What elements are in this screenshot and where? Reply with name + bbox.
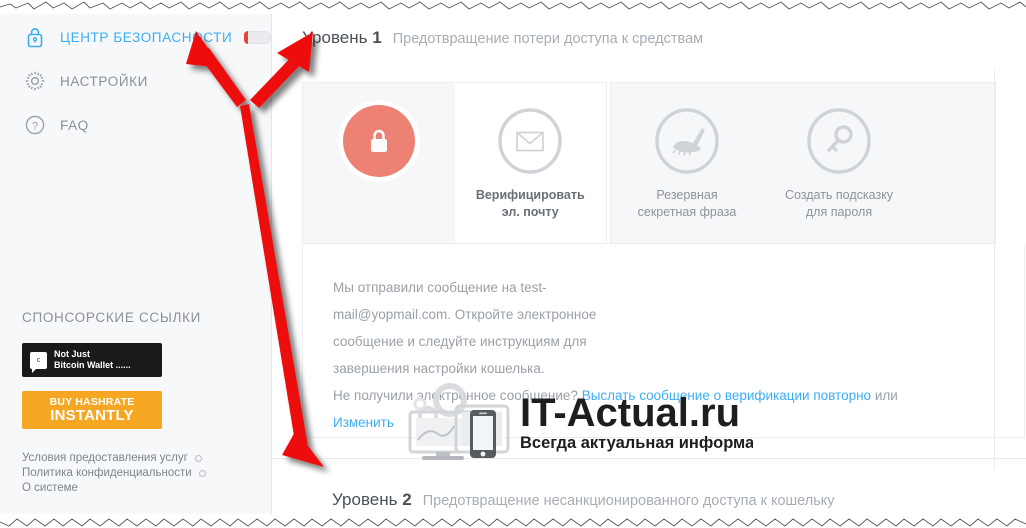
security-steps-tabs: Верифицировать эл. почту Резервная секре…	[302, 82, 1025, 244]
tab-backup-phrase[interactable]: Резервная секретная фраза	[611, 83, 763, 243]
level-prefix: Уровень	[302, 28, 368, 47]
change-email-link[interactable]: Изменить	[333, 409, 394, 436]
gear-icon	[22, 68, 48, 94]
tab-label-line-2: секретная фраза	[637, 205, 737, 219]
sidebar-item-label: НАСТРОЙКИ	[60, 73, 148, 89]
message-line-3: сообщение и следуйте инструкциям для	[333, 334, 587, 349]
footer-link-terms[interactable]: Условия предоставления услуг	[22, 451, 250, 466]
sidebar-item-security-center[interactable]: ЦЕНТР БЕЗОПАСНОСТИ	[0, 20, 271, 54]
lock-icon	[22, 24, 48, 50]
level-2-description: Предотвращение несанкционированного дост…	[422, 493, 835, 509]
tab-password-hint[interactable]: Создать подсказку для пароля	[763, 83, 915, 243]
message-line-4: завершения настройки кошелька.	[333, 361, 545, 376]
message-line-5: Не получили электронное сообщение? Высла…	[333, 382, 973, 409]
tab-label: Верифицировать эл. почту	[476, 187, 585, 221]
footer-link-label: Условия предоставления услуг	[22, 452, 188, 464]
ad-banner-bitcoin-wallet[interactable]: c Not Just Bitcoin Wallet ......	[22, 343, 162, 377]
level-1-title: Уровень 1	[302, 28, 382, 48]
sidebar: ЦЕНТР БЕЗОПАСНОСТИ НАСТРОЙКИ ? FAQ СПОНС…	[0, 10, 272, 518]
app-root: ЦЕНТР БЕЗОПАСНОСТИ НАСТРОЙКИ ? FAQ СПОНС…	[0, 0, 1026, 528]
message-prefix: Не получили электронное сообщение?	[333, 388, 582, 403]
sidebar-footer-links: Условия предоставления услуг Политика ко…	[22, 451, 250, 496]
message-line-1: Мы отправили сообщение на test-	[333, 280, 547, 295]
speech-bubble-icon: c	[30, 351, 47, 373]
tab-label-line-1: Резервная	[656, 188, 718, 202]
message-suffix: или	[871, 388, 898, 403]
key-icon	[803, 105, 875, 177]
level-number: 1	[372, 28, 382, 47]
footer-link-privacy[interactable]: Политика конфиденциальности	[22, 466, 250, 481]
tab-group-secondary: Резервная секретная фраза Создать подска…	[610, 82, 996, 244]
sidebar-item-label: ЦЕНТР БЕЗОПАСНОСТИ	[60, 29, 233, 45]
verification-message-panel: Мы отправили сообщение на test- mail@yop…	[302, 246, 1025, 438]
sidebar-item-label: FAQ	[60, 117, 89, 133]
level-2-title: Уровень 2	[332, 490, 412, 510]
sidebar-item-faq[interactable]: ? FAQ	[0, 108, 271, 142]
ad-banner-buy-hashrate[interactable]: BUY HASHRATE INSTANTLY	[22, 391, 162, 429]
panel-right-divider	[994, 70, 995, 470]
level-2-heading: Уровень 2 Предотвращение несанкционирова…	[302, 472, 835, 510]
hand-writing-icon	[651, 105, 723, 177]
tab-verify-email[interactable]: Верифицировать эл. почту	[454, 83, 606, 243]
main-content: Уровень 1 Предотвращение потери доступа …	[272, 10, 1026, 518]
tab-label: Создать подсказку для пароля	[785, 187, 893, 221]
sponsor-links-title: СПОНСОРСКИЕ ССЫЛКИ	[22, 310, 202, 325]
ad-line-2: INSTANTLY	[50, 407, 134, 424]
question-circle-icon: ?	[22, 112, 48, 138]
svg-text:?: ?	[32, 120, 38, 132]
tab-status-locked	[303, 83, 455, 243]
tab-label-line-2: эл. почту	[501, 205, 559, 219]
ad-line-1: Not Just	[54, 349, 90, 359]
external-link-dot-icon	[198, 470, 206, 477]
level-number: 2	[402, 490, 412, 509]
tab-group-primary: Верифицировать эл. почту	[302, 82, 607, 244]
sidebar-nav: ЦЕНТР БЕЗОПАСНОСТИ НАСТРОЙКИ ? FAQ	[0, 10, 271, 142]
padlock-badge-icon	[342, 105, 415, 177]
wallet-page: ЦЕНТР БЕЗОПАСНОСТИ НАСТРОЙКИ ? FAQ СПОНС…	[0, 10, 1026, 518]
footer-link-about[interactable]: О системе	[22, 481, 250, 496]
security-center-toggle[interactable]	[244, 30, 271, 44]
envelope-icon	[494, 105, 566, 177]
sidebar-item-settings[interactable]: НАСТРОЙКИ	[0, 64, 271, 98]
tab-label-line-2: для пароля	[805, 205, 873, 219]
section-divider	[272, 458, 1026, 459]
message-line-2: mail@yopmail.com. Откройте электронное	[333, 307, 597, 322]
message-line-6: Изменить	[333, 409, 633, 436]
external-link-dot-icon	[194, 455, 202, 462]
tab-label-line-1: Верифицировать	[475, 188, 585, 202]
level-prefix: Уровень	[332, 490, 398, 509]
footer-link-label: О системе	[22, 482, 78, 494]
level-1-description: Предотвращение потери доступа к средства…	[392, 31, 704, 47]
tab-label: Резервная секретная фраза	[638, 187, 737, 221]
footer-link-label: Политика конфиденциальности	[22, 467, 192, 479]
ad-banner-text: Not Just Bitcoin Wallet ......	[54, 349, 131, 371]
sponsor-links-section: СПОНСОРСКИЕ ССЫЛКИ c Not Just Bitcoin Wa…	[0, 310, 272, 496]
ad-line-2: Bitcoin Wallet ......	[54, 360, 131, 370]
tab-label-line-1: Создать подсказку	[784, 188, 894, 202]
level-1-heading: Уровень 1 Предотвращение потери доступа …	[272, 10, 1026, 48]
resend-verification-link[interactable]: Выслать сообщение о верификации повторно	[582, 388, 871, 403]
verification-message: Мы отправили сообщение на test- mail@yop…	[303, 246, 898, 436]
